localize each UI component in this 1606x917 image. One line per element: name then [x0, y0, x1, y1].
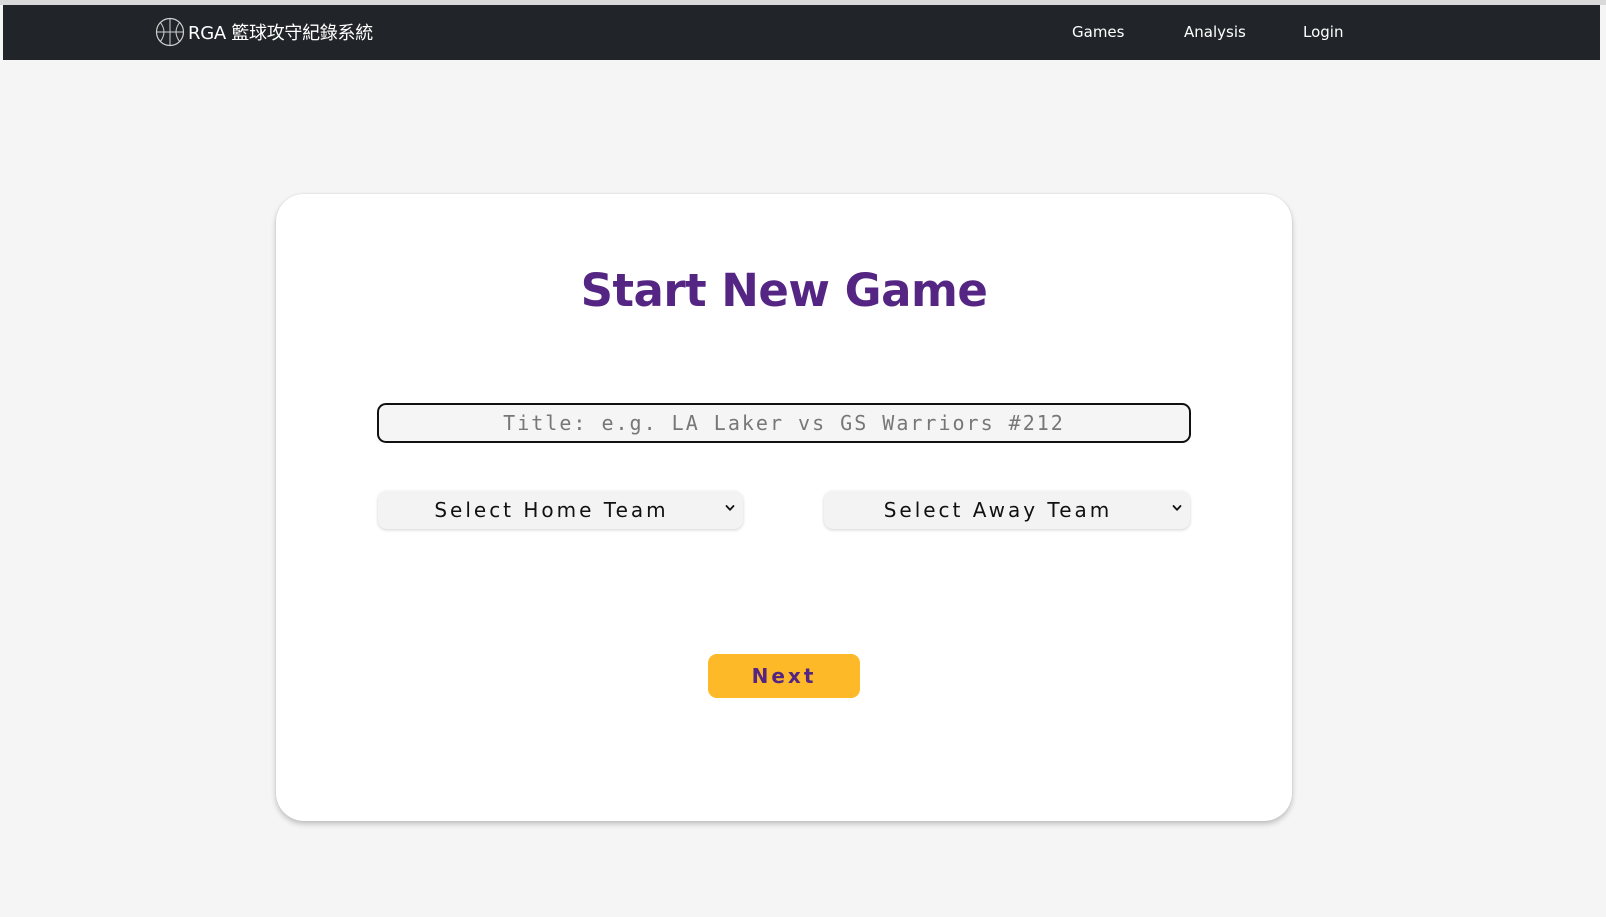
navbar: RGA 籃球攻守紀錄系統 Games Analysis Login: [3, 5, 1600, 60]
page: RGA 籃球攻守紀錄系統 Games Analysis Login Start …: [0, 0, 1606, 917]
page-title: Start New Game: [580, 264, 988, 317]
brand-link[interactable]: RGA 籃球攻守紀錄系統: [155, 16, 373, 48]
game-title-input[interactable]: [377, 403, 1191, 443]
home-team-select-wrapper: Select Home Team: [378, 491, 743, 529]
basketball-icon: [155, 17, 185, 47]
new-game-card: Start New Game Select Home Team Select A…: [276, 194, 1292, 821]
nav-link-games[interactable]: Games: [1072, 23, 1124, 41]
away-team-select-wrapper: Select Away Team: [824, 491, 1190, 529]
away-team-select[interactable]: Select Away Team: [824, 491, 1190, 529]
nav-link-login[interactable]: Login: [1303, 23, 1343, 41]
brand-text: RGA 籃球攻守紀錄系統: [188, 23, 373, 44]
nav-link-analysis[interactable]: Analysis: [1184, 23, 1246, 41]
home-team-select[interactable]: Select Home Team: [378, 491, 743, 529]
next-button[interactable]: Next: [708, 654, 860, 698]
